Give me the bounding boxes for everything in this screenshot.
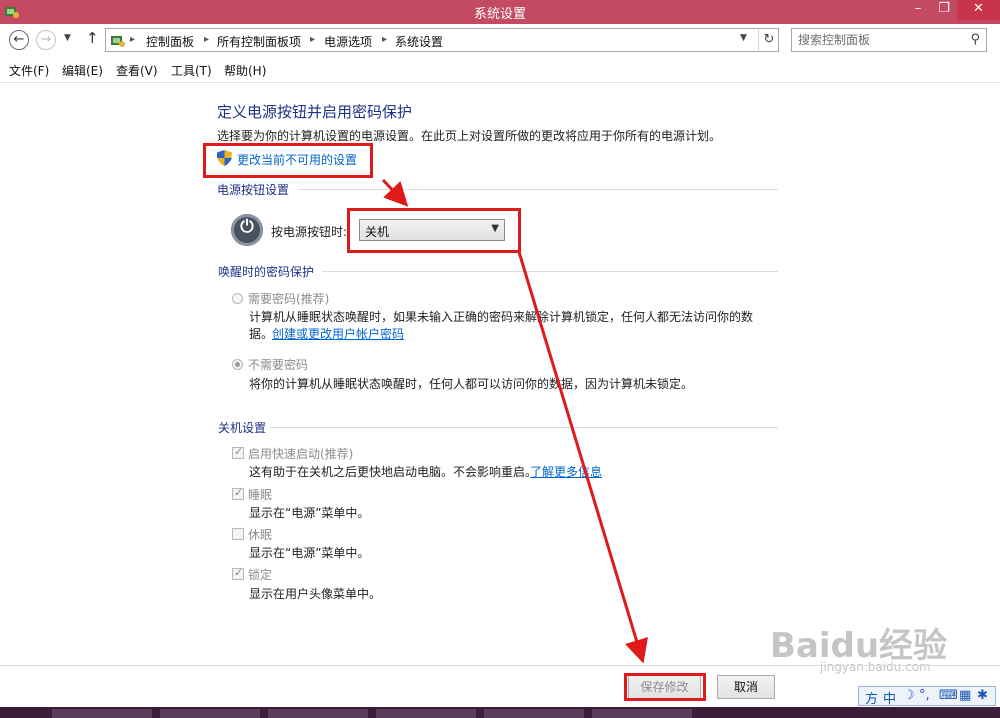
refresh-icon[interactable]: ↻ xyxy=(758,29,779,51)
taskbar-item[interactable] xyxy=(160,709,260,718)
keyboard-icon[interactable]: ⌨ xyxy=(939,688,958,703)
annotation-box xyxy=(347,208,521,253)
main-content: 定义电源按钮并启用密码保护 选择要为你的计算机设置的电源设置。在此页上对设置所做… xyxy=(0,83,1000,665)
breadcrumb-separator-icon[interactable]: ▸ xyxy=(130,34,135,45)
require-password-description: 计算机从睡眠状态唤醒时，如果未输入正确的密码来解除计算机锁定，任何人都无法访问你… xyxy=(249,310,754,324)
section-divider xyxy=(270,427,778,428)
watermark: Baidu经验 jingyan.baidu.com xyxy=(750,600,970,680)
checkmark-icon: ✓ xyxy=(234,445,244,458)
maximize-button[interactable]: ❐ xyxy=(931,0,957,20)
create-password-link[interactable]: 创建或更改用户帐户密码 xyxy=(272,325,404,342)
control-panel-icon xyxy=(111,36,125,47)
no-password-label[interactable]: 不需要密码 xyxy=(248,356,308,373)
hibernate-label[interactable]: 休眠 xyxy=(248,526,272,543)
section-divider xyxy=(298,189,778,190)
menu-view[interactable]: 查看(V) xyxy=(116,62,158,79)
window-title: 系统设置 xyxy=(473,7,526,22)
fast-startup-label[interactable]: 启用快速启动(推荐) xyxy=(248,445,353,462)
breadcrumb-item[interactable]: 控制面板 xyxy=(146,33,194,50)
no-password-description: 将你的计算机从睡眠状态唤醒时，任何人都可以访问你的数据，因为计算机未锁定。 xyxy=(249,377,694,391)
require-password-label[interactable]: 需要密码(推荐) xyxy=(248,290,329,307)
breadcrumb-item[interactable]: 所有控制面板项 xyxy=(217,33,301,50)
hibernate-description: 显示在“电源”菜单中。 xyxy=(249,546,370,560)
title-bar: 系统设置 – ❐ ✕ xyxy=(0,0,1000,24)
menu-file[interactable]: 文件(F) xyxy=(9,62,49,79)
forward-arrow-icon[interactable]: → xyxy=(36,30,56,50)
address-history-dropdown-icon[interactable]: ▼ xyxy=(740,33,747,43)
search-icon[interactable]: ⚲ xyxy=(970,32,980,47)
radio-selected-dot xyxy=(235,362,240,367)
taskbar-item[interactable] xyxy=(484,709,584,718)
settings-icon[interactable]: ✱ xyxy=(977,688,988,703)
breadcrumb-separator-icon[interactable]: ▸ xyxy=(204,34,209,45)
hibernate-checkbox[interactable] xyxy=(232,528,244,540)
address-bar: ← → ▼ ↑ ▸ 控制面板 ▸ 所有控制面板项 ▸ 电源选项 ▸ 系统设置 ▼… xyxy=(0,24,1000,57)
ime-toolbar[interactable]: ⽅ 中 ☽ °, ⌨ ▦ ✱ xyxy=(858,686,996,707)
taskbar-item[interactable] xyxy=(268,709,368,718)
cancel-button[interactable]: 取消 xyxy=(717,675,775,699)
require-password-description-cont: 据。 xyxy=(249,327,274,341)
no-password-radio[interactable] xyxy=(232,359,243,370)
power-button-section-heading: 电源按钮设置 xyxy=(217,183,290,197)
power-icon: ⏻ xyxy=(231,214,263,246)
menu-bar: 文件(F) 编辑(E) 查看(V) 工具(T) 帮助(H) xyxy=(0,57,1000,83)
sleep-label[interactable]: 睡眠 xyxy=(248,486,272,503)
lock-checkbox[interactable]: ✓ xyxy=(232,566,244,580)
section-divider xyxy=(322,271,778,272)
shutdown-section-heading: 关机设置 xyxy=(218,421,267,435)
menu-tools[interactable]: 工具(T) xyxy=(171,62,212,79)
page-description: 选择要为你的计算机设置的电源设置。在此页上对设置所做的更改将应用于你所有的电源计… xyxy=(217,129,722,143)
minimize-button[interactable]: – xyxy=(905,0,931,20)
fast-startup-checkbox[interactable]: ✓ xyxy=(232,445,244,459)
taskbar-item[interactable] xyxy=(376,709,476,718)
footer-divider xyxy=(0,665,1000,666)
taskbar-item[interactable] xyxy=(52,709,152,718)
close-button[interactable]: ✕ xyxy=(957,0,1000,20)
annotation-box xyxy=(624,673,706,701)
sleep-checkbox[interactable]: ✓ xyxy=(232,486,244,500)
checkmark-icon: ✓ xyxy=(234,566,244,579)
punctuation-icon[interactable]: °, xyxy=(919,688,930,703)
sleep-description: 显示在“电源”菜单中。 xyxy=(249,506,370,520)
breadcrumb-separator-icon[interactable]: ▸ xyxy=(310,34,315,45)
back-arrow-icon[interactable]: ← xyxy=(9,30,29,50)
menu-help[interactable]: 帮助(H) xyxy=(224,62,266,79)
breadcrumb-separator-icon[interactable]: ▸ xyxy=(382,34,387,45)
taskbar-item[interactable] xyxy=(592,709,692,718)
taskbar xyxy=(0,707,1000,718)
power-button-label: 按电源按钮时: xyxy=(271,225,348,239)
fast-startup-description: 这有助于在关机之后更快地启动电脑。不会影响重启。 xyxy=(249,465,538,479)
checkmark-icon: ✓ xyxy=(234,486,244,499)
up-arrow-icon[interactable]: ↑ xyxy=(86,29,99,47)
breadcrumb-item[interactable]: 电源选项 xyxy=(324,33,372,50)
ime-mode[interactable]: 中 xyxy=(883,688,896,707)
require-password-radio[interactable] xyxy=(232,293,243,304)
learn-more-link[interactable]: 了解更多信息 xyxy=(530,463,602,480)
lock-description: 显示在用户头像菜单中。 xyxy=(249,587,382,601)
ime-logo-icon[interactable]: ⽅ xyxy=(865,688,878,707)
watermark-url: jingyan.baidu.com xyxy=(820,660,931,674)
lock-label[interactable]: 锁定 xyxy=(248,566,272,583)
annotation-box xyxy=(203,143,373,178)
search-box[interactable]: ⚲ xyxy=(791,28,987,52)
page-title: 定义电源按钮并启用密码保护 xyxy=(217,103,413,121)
skin-icon[interactable]: ▦ xyxy=(959,688,971,703)
moon-icon[interactable]: ☽ xyxy=(903,688,915,703)
recent-pages-dropdown-icon[interactable]: ▼ xyxy=(64,33,71,43)
menu-edit[interactable]: 编辑(E) xyxy=(62,62,103,79)
wake-password-section-heading: 唤醒时的密码保护 xyxy=(218,265,315,279)
breadcrumb-item[interactable]: 系统设置 xyxy=(395,33,443,50)
search-input[interactable] xyxy=(798,32,958,48)
breadcrumb[interactable]: ▸ 控制面板 ▸ 所有控制面板项 ▸ 电源选项 ▸ 系统设置 ▼ ↻ xyxy=(105,28,779,52)
